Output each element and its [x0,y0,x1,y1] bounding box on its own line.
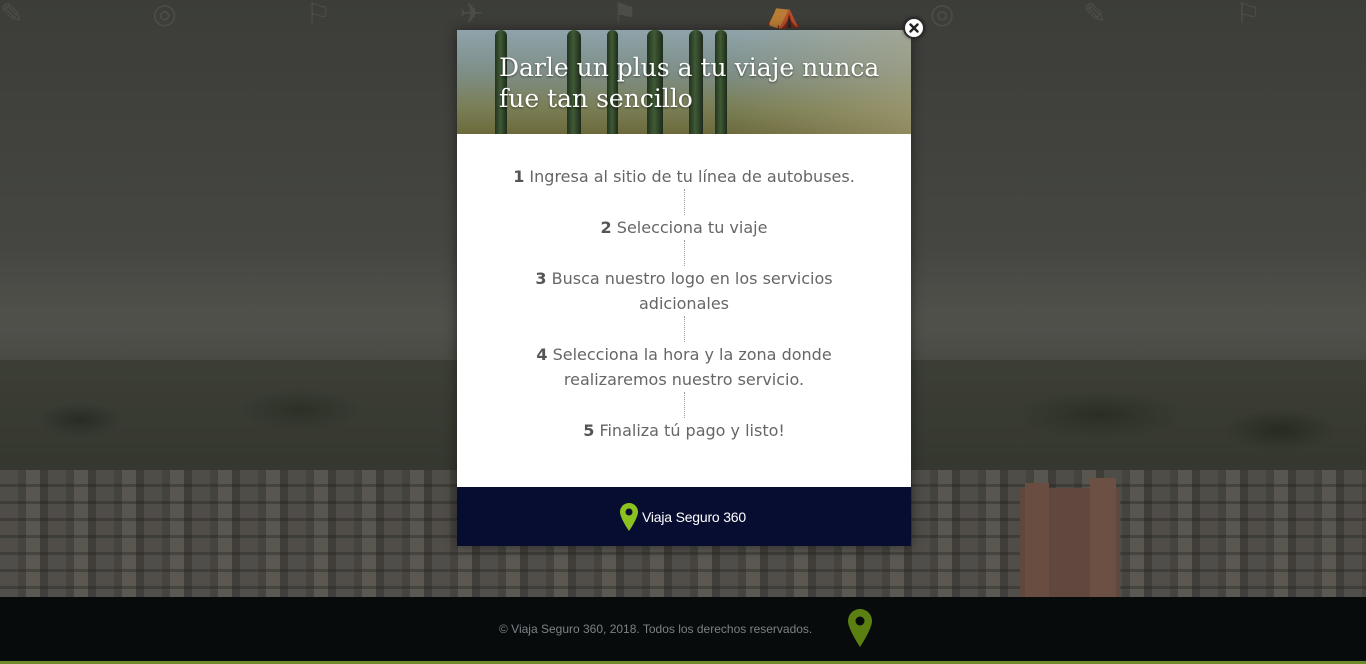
step-number: 1 [513,167,525,186]
step-text: Selecciona la hora y la zona donde reali… [552,345,832,389]
close-button[interactable] [903,17,925,39]
map-pin-icon [848,609,872,647]
step-item: 2 Selecciona tu viaje [457,215,911,240]
step-number: 3 [535,269,547,288]
step-number: 4 [536,345,548,364]
step-item: 3 Busca nuestro logo en los servicios ad… [524,266,844,316]
steps-list: 1 Ingresa al sitio de tu línea de autobu… [457,164,911,443]
copyright-text: © Viaja Seguro 360, 2018. Todos los dere… [499,622,813,636]
step-connector [683,316,685,342]
step-text: Ingresa al sitio de tu línea de autobuse… [529,167,855,186]
step-connector [683,189,685,215]
close-icon [909,23,919,33]
brand-logo: Viaja Seguro 360 [620,503,746,531]
step-number: 2 [600,218,612,237]
step-item: 5 Finaliza tú pago y listo! [457,418,911,443]
step-text: Finaliza tú pago y listo! [599,421,785,440]
step-number: 5 [583,421,595,440]
step-item: 1 Ingresa al sitio de tu línea de autobu… [457,164,911,189]
step-connector [683,240,685,266]
modal-title: Darle un plus a tu viaje nunca fue tan s… [499,53,880,113]
page-footer: © Viaja Seguro 360, 2018. Todos los dere… [0,597,1366,661]
brand-name: Viaja Seguro 360 [642,509,746,525]
step-item: 4 Selecciona la hora y la zona donde rea… [524,342,844,392]
steps-modal: Darle un plus a tu viaje nunca fue tan s… [457,30,911,546]
modal-header: Darle un plus a tu viaje nunca fue tan s… [457,30,911,134]
step-text: Selecciona tu viaje [616,218,768,237]
map-pin-icon [620,503,638,531]
step-text: Busca nuestro logo en los servicios adic… [551,269,833,313]
modal-footer: Viaja Seguro 360 [457,487,911,546]
step-connector [683,392,685,418]
